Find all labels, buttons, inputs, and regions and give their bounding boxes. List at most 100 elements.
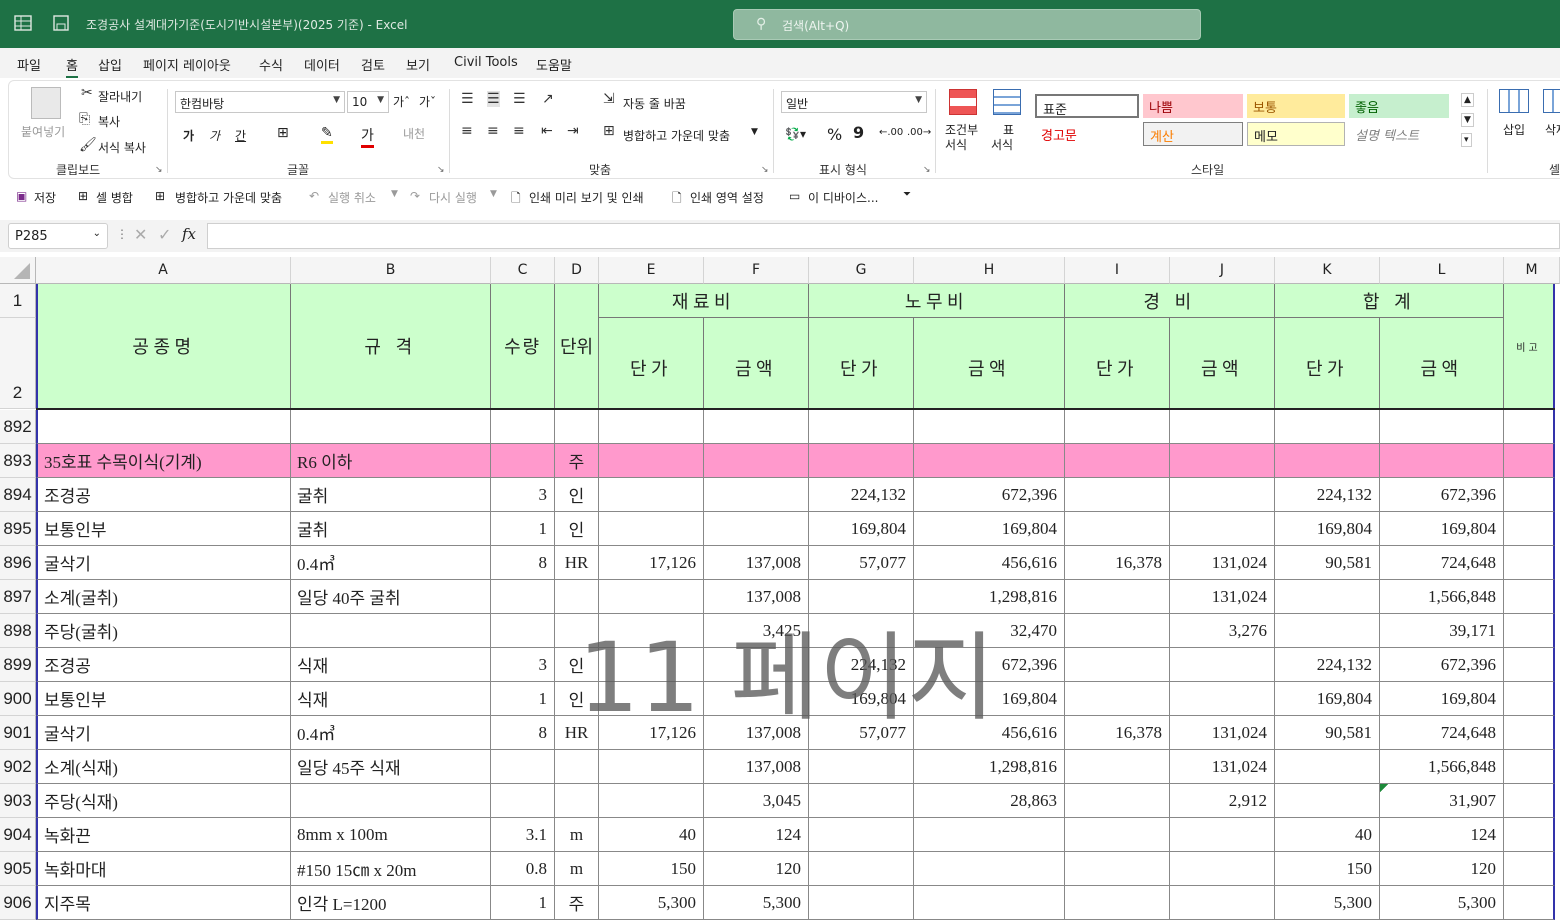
cell-d[interactable]: HR bbox=[555, 546, 599, 580]
cell-l[interactable]: 724,648 bbox=[1380, 546, 1504, 580]
cell-l[interactable]: 1,566,848 bbox=[1380, 580, 1504, 614]
cell-i[interactable] bbox=[1065, 818, 1170, 852]
cell-e[interactable]: 5,300 bbox=[599, 886, 704, 920]
cell-i[interactable] bbox=[1065, 614, 1170, 648]
cell-c[interactable]: 8 bbox=[491, 716, 555, 750]
cell-k[interactable]: 40 bbox=[1275, 818, 1380, 852]
cell-e[interactable] bbox=[599, 682, 704, 716]
formula-input[interactable] bbox=[207, 223, 1560, 249]
decrease-decimal-icon[interactable]: .00→ bbox=[907, 127, 931, 138]
column-header-e[interactable]: E bbox=[599, 257, 704, 284]
cell-d[interactable]: m bbox=[555, 818, 599, 852]
cell-i[interactable] bbox=[1065, 648, 1170, 682]
row-header[interactable]: 901 bbox=[0, 716, 36, 750]
cell-h[interactable] bbox=[914, 852, 1065, 886]
cell-m[interactable] bbox=[1504, 784, 1555, 818]
cell-b[interactable]: 굴취 bbox=[291, 478, 491, 512]
cell-f[interactable] bbox=[704, 648, 809, 682]
column-header-d[interactable]: D bbox=[555, 257, 599, 284]
copy-button[interactable]: 복사 bbox=[98, 113, 120, 130]
orientation-icon[interactable]: ↗ bbox=[542, 91, 554, 107]
cell-l[interactable]: 724,648 bbox=[1380, 716, 1504, 750]
row-header[interactable]: 898 bbox=[0, 614, 36, 648]
cell-c[interactable] bbox=[491, 750, 555, 784]
cell-l[interactable] bbox=[1380, 444, 1504, 478]
row-header[interactable]: 892 bbox=[0, 410, 36, 444]
row-header[interactable]: 894 bbox=[0, 478, 36, 512]
style-good[interactable]: 좋음 bbox=[1349, 94, 1449, 118]
cell-l[interactable]: 39,171 bbox=[1380, 614, 1504, 648]
row-header[interactable]: 899 bbox=[0, 648, 36, 682]
phonetic-icon[interactable]: 내천 bbox=[403, 125, 425, 142]
column-header-k[interactable]: K bbox=[1275, 257, 1380, 284]
cell-a[interactable]: 보통인부 bbox=[36, 682, 291, 716]
accounting-format-icon[interactable]: 💱▾ bbox=[785, 127, 806, 141]
cell-k[interactable] bbox=[1275, 444, 1380, 478]
row-header[interactable]: 906 bbox=[0, 886, 36, 920]
column-header-g[interactable]: G bbox=[809, 257, 914, 284]
cell-a[interactable]: 조경공 bbox=[36, 478, 291, 512]
tab-file[interactable]: 파일 bbox=[17, 55, 41, 74]
cell-k[interactable] bbox=[1275, 580, 1380, 614]
cell-g[interactable]: 224,132 bbox=[809, 478, 914, 512]
insert-cells-button[interactable]: 삽입 bbox=[1503, 121, 1525, 138]
cell-h[interactable] bbox=[914, 444, 1065, 478]
cell-m[interactable] bbox=[1504, 886, 1555, 920]
cell-j[interactable] bbox=[1170, 478, 1275, 512]
cell-d[interactable] bbox=[555, 784, 599, 818]
cell-d[interactable] bbox=[555, 614, 599, 648]
cell-k[interactable]: 224,132 bbox=[1275, 478, 1380, 512]
cell-c[interactable]: 0.8 bbox=[491, 852, 555, 886]
search-box[interactable]: ⚲ 검색(Alt+Q) bbox=[733, 9, 1201, 40]
font-size-select[interactable]: 10 ▼ bbox=[347, 91, 389, 113]
cell-f[interactable] bbox=[704, 478, 809, 512]
merge-center-button[interactable]: 병합하고 가운데 맞춤 bbox=[623, 127, 730, 144]
cell-k[interactable]: 169,804 bbox=[1275, 512, 1380, 546]
cell-c[interactable]: 1 bbox=[491, 886, 555, 920]
cell-m[interactable] bbox=[1504, 512, 1555, 546]
cell-a[interactable]: 녹화마대 bbox=[36, 852, 291, 886]
tab-home[interactable]: 홈 bbox=[66, 55, 78, 78]
chevron-down-icon[interactable]: ▼ bbox=[391, 189, 398, 199]
cancel-icon[interactable]: ✕ bbox=[134, 225, 147, 244]
cell-j[interactable]: 131,024 bbox=[1170, 546, 1275, 580]
bold-icon[interactable]: 가 bbox=[183, 127, 194, 144]
qat-undo-button[interactable]: 실행 취소 bbox=[328, 189, 376, 206]
cell-c[interactable]: 1 bbox=[491, 512, 555, 546]
cell-d[interactable]: 인 bbox=[555, 512, 599, 546]
cell-g[interactable] bbox=[809, 444, 914, 478]
wrap-text-button[interactable]: 자동 줄 바꿈 bbox=[623, 95, 686, 112]
row-header[interactable]: 902 bbox=[0, 750, 36, 784]
tab-data[interactable]: 데이터 bbox=[304, 55, 340, 74]
cell-g[interactable] bbox=[809, 580, 914, 614]
cell-j[interactable] bbox=[1170, 852, 1275, 886]
cell-h[interactable]: 456,616 bbox=[914, 716, 1065, 750]
cell-j[interactable]: 3,276 bbox=[1170, 614, 1275, 648]
name-box[interactable]: P285 ⌄ bbox=[8, 223, 108, 249]
cell-i[interactable]: 16,378 bbox=[1065, 546, 1170, 580]
cell-g[interactable]: 224,132 bbox=[809, 648, 914, 682]
align-bottom-icon[interactable]: ☰ bbox=[513, 91, 526, 107]
cell-a[interactable]: 보통인부 bbox=[36, 512, 291, 546]
cell-a[interactable]: 35호표 수목이식(기계) bbox=[36, 444, 291, 478]
cell-k[interactable]: 169,804 bbox=[1275, 682, 1380, 716]
cell-k[interactable] bbox=[1275, 614, 1380, 648]
chevron-down-icon[interactable]: ▼ bbox=[751, 127, 758, 137]
row-header[interactable]: 904 bbox=[0, 818, 36, 852]
row-header[interactable]: 905 bbox=[0, 852, 36, 886]
row-header[interactable]: 893 bbox=[0, 444, 36, 478]
cell-e[interactable] bbox=[599, 512, 704, 546]
cell-a[interactable]: 소계(굴취) bbox=[36, 580, 291, 614]
cell-d[interactable]: m bbox=[555, 852, 599, 886]
cell-m[interactable] bbox=[1504, 546, 1555, 580]
cell-f[interactable]: 3,425 bbox=[704, 614, 809, 648]
row-header[interactable]: 897 bbox=[0, 580, 36, 614]
column-header-l[interactable]: L bbox=[1380, 257, 1504, 284]
cell-f[interactable] bbox=[704, 512, 809, 546]
dialog-launcher-icon[interactable]: ↘ bbox=[761, 165, 769, 175]
qat-redo-button[interactable]: 다시 실행 bbox=[429, 189, 477, 206]
cell-f[interactable]: 137,008 bbox=[704, 716, 809, 750]
cell-b[interactable]: 식재 bbox=[291, 682, 491, 716]
cell-j[interactable]: 131,024 bbox=[1170, 750, 1275, 784]
cell-e[interactable] bbox=[599, 648, 704, 682]
